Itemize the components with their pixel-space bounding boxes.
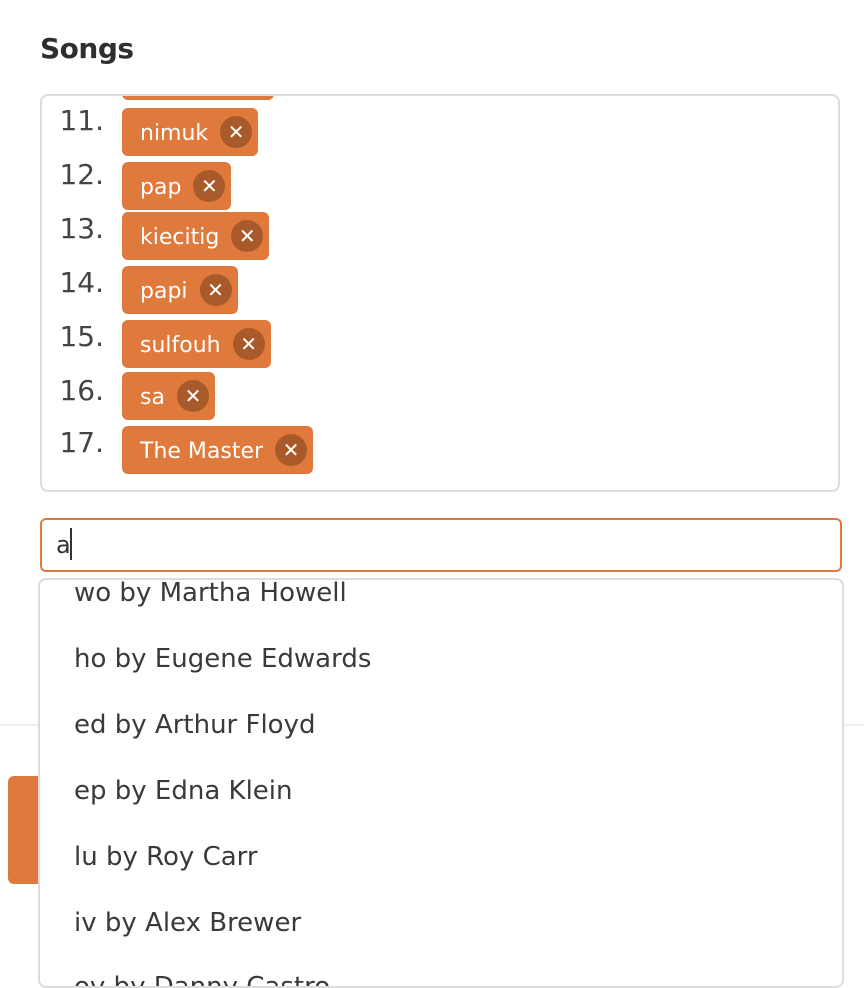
song-number: 11.	[59, 104, 104, 137]
song-chip: The Master ✕	[122, 426, 314, 474]
suggestions-dropdown[interactable]: wo by Martha Howell ho by Eugene Edwards…	[38, 578, 844, 988]
song-search-input[interactable]	[40, 518, 842, 572]
remove-song-icon[interactable]: ✕	[232, 328, 265, 360]
song-title: The Master	[140, 439, 264, 464]
song-chip: pap ✕	[122, 162, 232, 210]
suggestion-option[interactable]: ed by Arthur Floyd	[74, 710, 315, 740]
song-chip: sulfouh ✕	[122, 320, 271, 368]
song-title: pap	[140, 175, 182, 200]
suggestion-option[interactable]: ho by Eugene Edwards	[74, 644, 371, 674]
suggestion-option[interactable]: ov by Danny Castro	[74, 972, 330, 986]
song-chip: sa ✕	[122, 372, 215, 420]
suggestion-option[interactable]: lu by Roy Carr	[74, 842, 258, 872]
song-row: 11. nimuk ✕	[42, 104, 838, 156]
song-row: 13. kiecitig ✕	[42, 212, 838, 262]
songs-list-box[interactable]: 11. nimuk ✕ 12. pap ✕ 13. kiecitig ✕ 14.…	[40, 94, 840, 492]
song-number: 17.	[59, 426, 104, 459]
remove-song-icon[interactable]: ✕	[231, 220, 264, 252]
suggestion-option[interactable]: wo by Martha Howell	[74, 580, 347, 608]
text-caret	[70, 528, 72, 560]
song-chip: kiecitig ✕	[122, 212, 270, 260]
song-row: 16. sa ✕	[42, 372, 838, 424]
song-title: papi	[140, 279, 188, 304]
song-chip: papi ✕	[122, 266, 238, 314]
remove-song-icon[interactable]: ✕	[199, 274, 232, 306]
suggestion-option[interactable]: iv by Alex Brewer	[74, 908, 301, 938]
song-title: sulfouh	[140, 333, 221, 358]
song-number: 16.	[59, 374, 104, 407]
suggestion-option[interactable]: ep by Edna Klein	[74, 776, 293, 806]
song-title: sa	[140, 385, 165, 410]
remove-song-icon[interactable]: ✕	[176, 380, 209, 412]
remove-song-icon[interactable]: ✕	[193, 170, 226, 202]
song-number: 14.	[59, 266, 104, 299]
song-chip: nimuk ✕	[122, 108, 259, 156]
song-row: 15. sulfouh ✕	[42, 320, 838, 370]
song-row: 14. papi ✕	[42, 266, 838, 316]
song-title: kiecitig	[140, 225, 220, 250]
song-row: 12. pap ✕	[42, 158, 838, 210]
remove-song-icon[interactable]: ✕	[220, 116, 253, 148]
songs-list: 11. nimuk ✕ 12. pap ✕ 13. kiecitig ✕ 14.…	[42, 96, 838, 490]
song-number: 13.	[59, 212, 104, 245]
song-number: 15.	[59, 320, 104, 353]
song-row: 17. The Master ✕	[42, 426, 838, 476]
songs-heading: Songs	[40, 32, 134, 65]
remove-song-icon[interactable]: ✕	[275, 434, 308, 466]
song-chip-partial	[122, 96, 274, 100]
song-title: nimuk	[140, 121, 209, 146]
song-number: 12.	[59, 158, 104, 191]
